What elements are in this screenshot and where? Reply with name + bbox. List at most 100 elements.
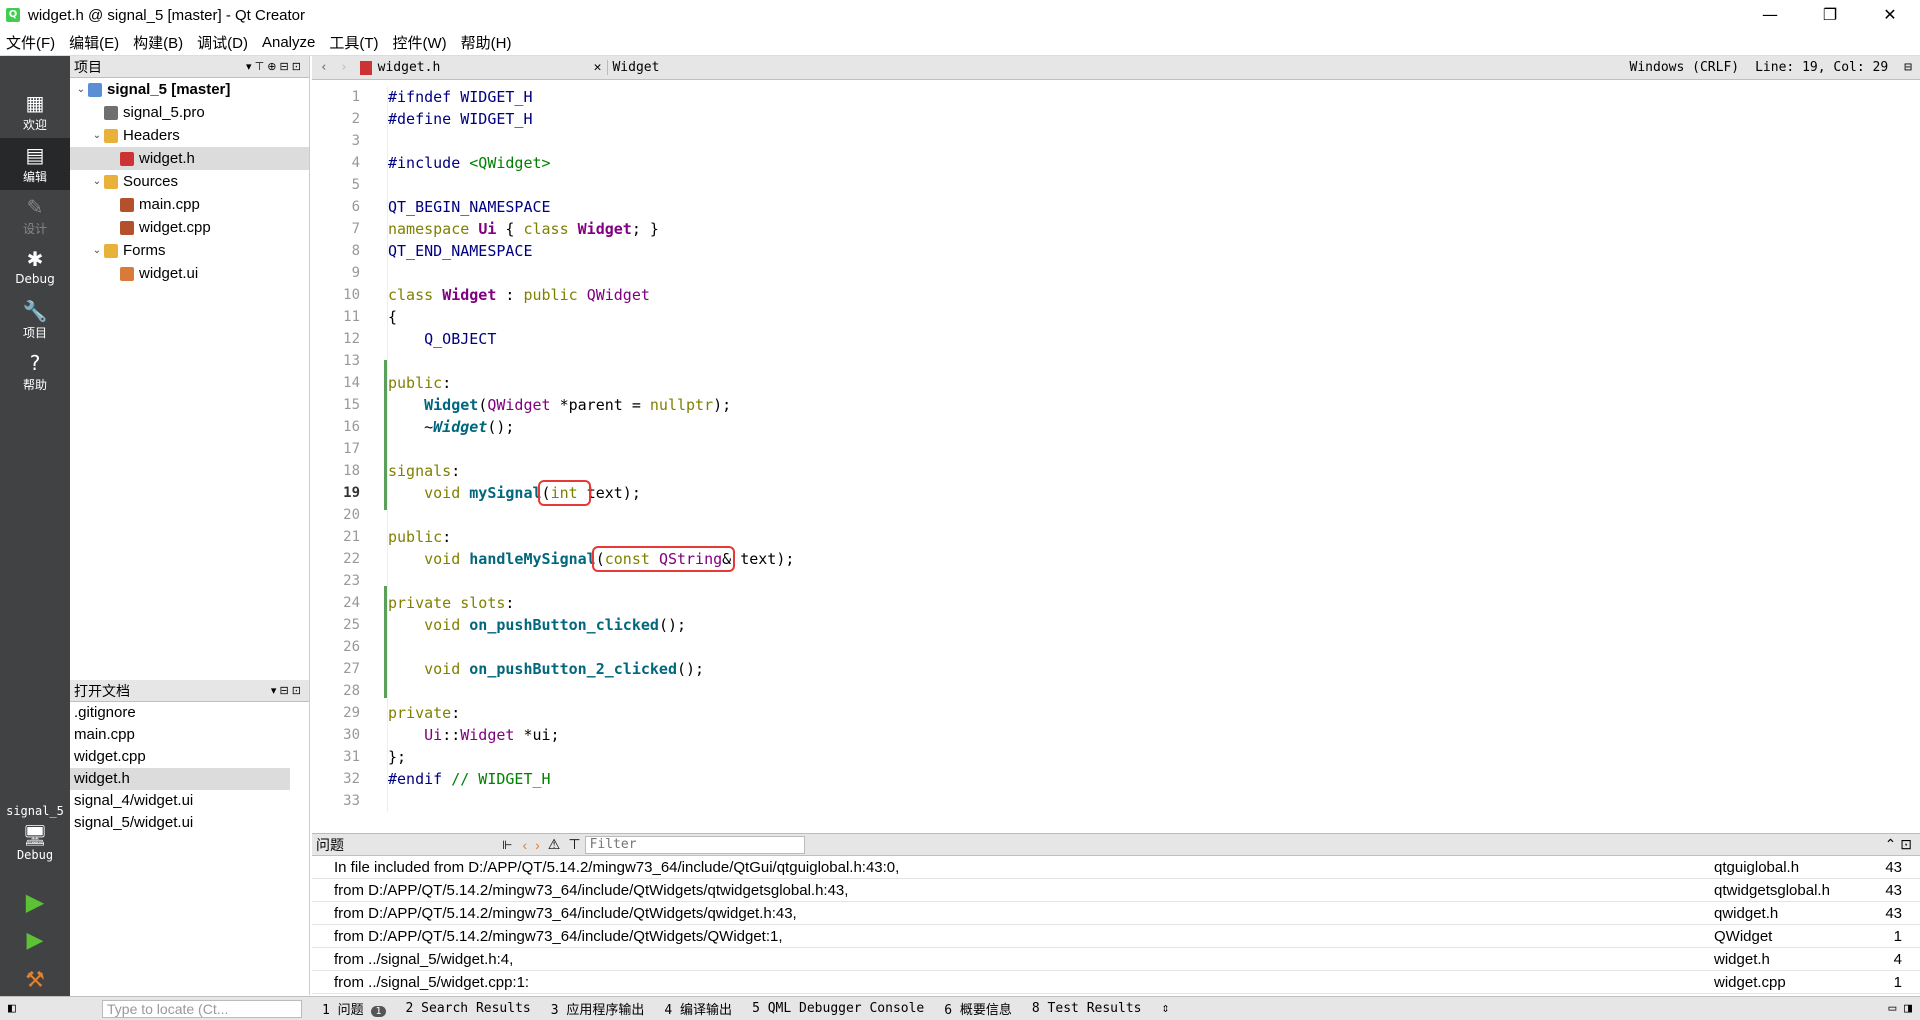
- tab-general-messages[interactable]: 6 概要信息: [934, 999, 1022, 1018]
- menu-edit[interactable]: 编辑(E): [63, 32, 125, 53]
- open-documents-list: .gitignore main.cpp widget.cpp widget.h sign…: [70, 702, 309, 834]
- issue-file: widget.cpp: [1714, 973, 1786, 991]
- tree-item-h[interactable]: widget.h: [70, 147, 309, 170]
- toggle-sidebar-icon[interactable]: ◧: [0, 1001, 24, 1016]
- issue-line: 1: [1893, 973, 1902, 991]
- tree-item-pro[interactable]: signal_5.pro: [70, 101, 309, 124]
- minimize-button[interactable]: —: [1740, 0, 1800, 30]
- kit-selector[interactable]: signal_5 🖥 Debug: [0, 804, 70, 874]
- open-document-item[interactable]: main.cpp: [70, 724, 290, 746]
- open-document-item[interactable]: signal_4/widget.ui: [70, 790, 290, 812]
- tree-item-ui[interactable]: widget.ui: [70, 262, 309, 285]
- more-tabs-icon[interactable]: ⇕: [1151, 1001, 1179, 1016]
- expand-arrow-icon[interactable]: ⌄: [90, 130, 104, 141]
- code-editor[interactable]: 1 2 3 4 5 6 7 8 9 10 11 12 13 14 15 16 17 18 19 20 21 22 23 24 2…: [312, 80, 1920, 832]
- maximize-panel-icon[interactable]: ⌃ ⊡: [1877, 836, 1920, 853]
- tab-test-results[interactable]: 8 Test Results: [1022, 1001, 1152, 1016]
- issue-row[interactable]: from D:/APP/QT/5.14.2/mingw73_64/include…: [312, 925, 1920, 948]
- tab-qml-debugger[interactable]: 5 QML Debugger Console: [742, 1001, 934, 1016]
- mode-edit[interactable]: ▤ 编辑: [0, 138, 70, 190]
- next-issue-icon[interactable]: ›: [531, 837, 544, 853]
- tree-item-folder[interactable]: ⌄ Sources: [70, 170, 309, 193]
- menu-file[interactable]: 文件(F): [0, 32, 61, 53]
- code-line: signals:: [388, 462, 461, 480]
- prev-issue-icon[interactable]: ‹: [518, 837, 531, 853]
- toggle-output-icon[interactable]: ▭ ◨: [1881, 1001, 1920, 1016]
- mode-design[interactable]: ✎ 设计: [0, 190, 70, 242]
- code-line: void mySignal(int text);: [424, 480, 641, 506]
- expand-arrow-icon[interactable]: ⌄: [74, 84, 88, 95]
- tab-search-results[interactable]: 2 Search Results: [396, 1001, 541, 1016]
- tree-item-cpp[interactable]: widget.cpp: [70, 216, 309, 239]
- forward-icon[interactable]: ›: [336, 60, 352, 75]
- menu-controls[interactable]: 控件(W): [387, 32, 453, 53]
- open-document-item[interactable]: widget.cpp: [70, 746, 290, 768]
- open-document-item[interactable]: widget.h: [70, 768, 290, 790]
- cursor-position[interactable]: Line: 19, Col: 29: [1747, 60, 1896, 75]
- issue-row[interactable]: from D:/APP/QT/5.14.2/mingw73_64/include…: [312, 902, 1920, 925]
- kit-mode: Debug: [16, 848, 54, 862]
- code-line: public:: [388, 374, 452, 392]
- back-icon[interactable]: ‹: [312, 60, 336, 75]
- close-document-icon[interactable]: ✕: [588, 60, 608, 75]
- issue-line: 1: [1893, 927, 1902, 945]
- monitor-icon: 🖥: [22, 823, 48, 847]
- line-number: 14: [343, 375, 360, 391]
- file-selector[interactable]: widget.h: [378, 60, 588, 75]
- line-number: 23: [343, 573, 360, 589]
- mode-debug[interactable]: ✱ Debug: [0, 242, 70, 294]
- issue-file: qtguiglobal.h: [1714, 858, 1800, 876]
- line-number: 22: [343, 551, 360, 567]
- tab-app-output[interactable]: 3 应用程序输出: [541, 999, 655, 1018]
- issue-msg: from D:/APP/QT/5.14.2/mingw73_64/include…: [334, 904, 797, 922]
- debug-run-button[interactable]: ▶: [0, 928, 70, 964]
- issue-row[interactable]: from D:/APP/QT/5.14.2/mingw73_64/include…: [312, 879, 1920, 902]
- window-title: widget.h @ signal_5 [master] - Qt Creato…: [28, 6, 306, 24]
- filter-icon[interactable]: ⊤: [564, 836, 584, 853]
- menu-tools[interactable]: 工具(T): [323, 32, 384, 53]
- run-button[interactable]: ▶: [0, 888, 70, 924]
- code-area[interactable]: #ifndef WIDGET_H #define WIDGET_H #inclu…: [387, 86, 794, 812]
- issue-row[interactable]: from ../signal_5/widget.h:4, widget.h 4: [312, 948, 1920, 971]
- tree-item-project[interactable]: ⌄ signal_5 [master]: [70, 78, 309, 101]
- filter-scope-icon[interactable]: ⊩: [496, 838, 518, 852]
- open-document-item[interactable]: signal_5/widget.ui: [70, 812, 290, 834]
- tree-item-label: widget.ui: [139, 265, 199, 282]
- close-button[interactable]: ✕: [1860, 0, 1920, 30]
- issues-filter-input[interactable]: [584, 835, 805, 854]
- issue-row[interactable]: from ../signal_5/widget.cpp:1: widget.cpp…: [312, 971, 1920, 994]
- menu-help[interactable]: 帮助(H): [455, 32, 518, 53]
- mode-help[interactable]: ? 帮助: [0, 346, 70, 398]
- code-line: QT_BEGIN_NAMESPACE: [388, 198, 551, 216]
- folder-file-icon: [104, 174, 118, 189]
- encoding-selector[interactable]: Windows (CRLF): [1622, 60, 1748, 75]
- tab-compile-output[interactable]: 4 编译输出: [654, 999, 742, 1018]
- tree-item-folder[interactable]: ⌄ Forms: [70, 239, 309, 262]
- line-number: 28: [343, 683, 360, 699]
- tree-item-folder[interactable]: ⌄ Headers: [70, 124, 309, 147]
- mode-projects[interactable]: 🔧 项目: [0, 294, 70, 346]
- menu-analyze[interactable]: Analyze: [256, 34, 321, 51]
- maximize-button[interactable]: ❐: [1800, 0, 1860, 30]
- menu-debug[interactable]: 调试(D): [191, 32, 254, 53]
- issue-row[interactable]: In file included from D:/APP/QT/5.14.2/m…: [312, 856, 1920, 879]
- run-icon: ▶: [25, 888, 45, 916]
- expand-arrow-icon[interactable]: ⌄: [90, 245, 104, 256]
- tree-item-cpp[interactable]: main.cpp: [70, 193, 309, 216]
- panel-tools[interactable]: ▾ ⊤ ⊕ ⊟ ⊡: [246, 60, 301, 73]
- issues-panel: 问题 ⊩ ‹ › ⚠ ⊤ ⌃ ⊡ In file included from D…: [312, 833, 1920, 996]
- line-number: 24: [343, 595, 360, 611]
- tab-issues[interactable]: 1 问题 1: [312, 999, 396, 1018]
- menu-build[interactable]: 构建(B): [127, 32, 189, 53]
- warning-filter-icon[interactable]: ⚠: [544, 836, 565, 853]
- split-icon[interactable]: ⊟: [1896, 60, 1920, 75]
- code-line: #endif // WIDGET_H: [388, 770, 551, 788]
- line-number: 18: [343, 463, 360, 479]
- panel-tools[interactable]: ▾ ⊟ ⊡: [271, 684, 301, 697]
- locator-input[interactable]: Type to locate (Ct...: [102, 1000, 302, 1018]
- expand-arrow-icon[interactable]: ⌄: [90, 176, 104, 187]
- mode-welcome[interactable]: ▦ 欢迎: [0, 86, 70, 138]
- open-document-item[interactable]: .gitignore: [70, 702, 290, 724]
- symbol-selector[interactable]: Widget: [607, 60, 663, 75]
